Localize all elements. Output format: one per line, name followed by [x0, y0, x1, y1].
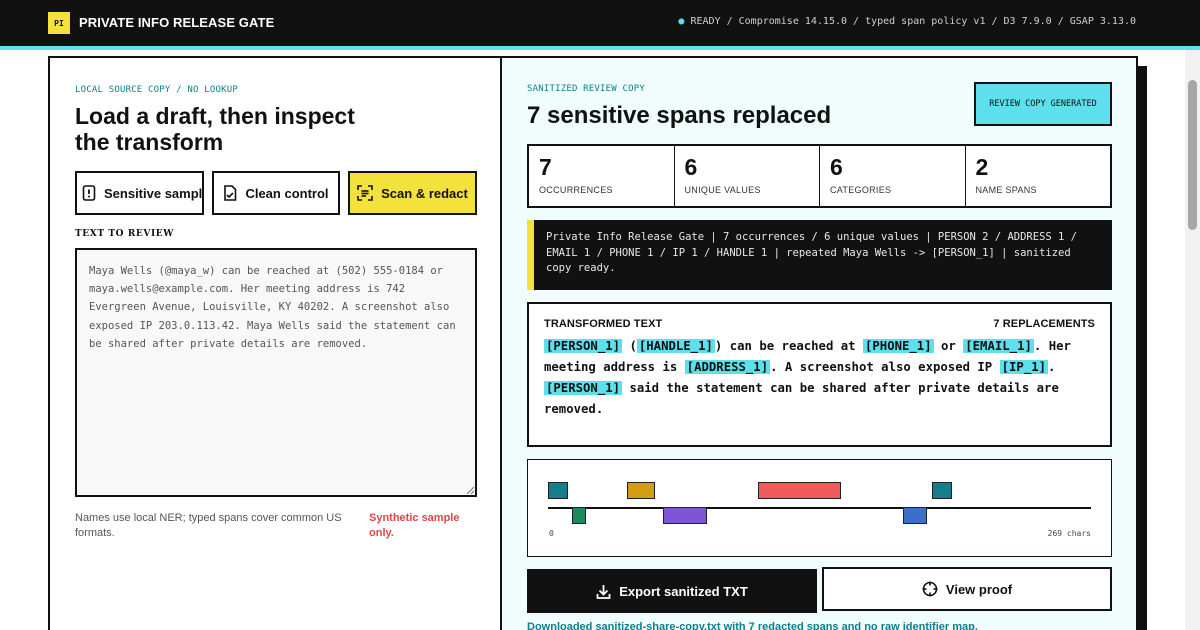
scrollbar-thumb[interactable] — [1188, 80, 1197, 230]
stats-row: 7 OCCURRENCES 6 UNIQUE VALUES 6 CATEGORI… — [527, 144, 1112, 208]
text-fragment: ) can be reached at — [714, 339, 856, 353]
token-email: [EMAIL_1] — [963, 339, 1034, 353]
crosshair-icon — [922, 581, 938, 597]
panel-shadow — [1137, 66, 1147, 630]
track-min-label: 0 — [549, 529, 554, 538]
status-dot-icon: ● — [678, 16, 685, 27]
text-fragment: or — [941, 339, 956, 353]
clean-control-label: Clean control — [245, 185, 329, 201]
sanitized-heading: 7 sensitive spans replaced — [527, 102, 832, 129]
transformed-title: TRANSFORMED TEXT — [544, 318, 663, 330]
sanitized-panel: SANITIZED REVIEW COPY 7 sensitive spans … — [500, 56, 1138, 630]
clean-control-button[interactable]: Clean control — [212, 171, 340, 215]
stat-label: UNIQUE VALUES — [684, 185, 761, 195]
source-eyebrow: LOCAL SOURCE COPY / NO LOOKUP — [75, 85, 238, 95]
export-label: Export sanitized TXT — [619, 583, 748, 599]
token-phone: [PHONE_1] — [862, 339, 934, 353]
scan-redact-button[interactable]: Scan & redact — [348, 171, 477, 215]
token-ip: [IP_1] — [999, 360, 1049, 374]
track-axis — [548, 507, 1091, 509]
app-logo: PI — [48, 12, 70, 34]
replacement-count: 7 REPLACEMENTS — [993, 318, 1095, 330]
transformed-header: TRANSFORMED TEXT 7 REPLACEMENTS — [544, 318, 1095, 330]
sanitized-eyebrow: SANITIZED REVIEW COPY — [527, 84, 645, 94]
sensitive-sample-button[interactable]: Sensitive sample — [75, 171, 204, 215]
app-title: PRIVATE INFO RELEASE GATE — [79, 15, 275, 30]
download-status: Downloaded sanitized-share-copy.txt with… — [527, 621, 978, 630]
transformed-text-card: TRANSFORMED TEXT 7 REPLACEMENTS [PERSON_… — [527, 302, 1112, 447]
sensitive-sample-label: Sensitive sample — [104, 185, 204, 201]
stat-label: NAME SPANS — [975, 185, 1037, 195]
file-check-icon — [224, 185, 237, 201]
stat-occurrences: 7 OCCURRENCES — [529, 146, 675, 206]
stat-label: CATEGORIES — [830, 185, 892, 195]
text-fragment: said the statement can be shared after p… — [544, 381, 1059, 416]
status-line: ● READY / Compromise 14.15.0 / typed spa… — [678, 16, 1136, 27]
span-position-track: 0 269 chars — [527, 459, 1112, 557]
stat-value: 2 — [975, 154, 989, 180]
text-fragment: . A screenshot also exposed IP — [770, 360, 993, 374]
text-fragment: . — [1048, 360, 1056, 374]
review-copy-badge: REVIEW COPY GENERATED — [974, 82, 1112, 126]
top-bar: PI PRIVATE INFO RELEASE GATE ● READY / C… — [0, 0, 1200, 46]
span-marker-person — [548, 482, 569, 499]
top-bar-accent — [0, 46, 1200, 50]
token-person: [PERSON_1] — [544, 339, 623, 353]
stat-value: 6 — [684, 154, 698, 180]
span-marker-address — [757, 482, 841, 499]
span-marker-email — [663, 507, 708, 524]
token-address: [ADDRESS_1] — [684, 360, 771, 374]
stat-value: 6 — [830, 154, 843, 180]
alert-file-icon — [82, 185, 96, 201]
summary-log: Private Info Release Gate | 7 occurrence… — [527, 220, 1112, 290]
stat-categories: 6 CATEGORIES — [820, 146, 966, 206]
review-text-input[interactable] — [75, 248, 477, 497]
text-fragment: ( — [629, 339, 637, 353]
span-marker-handle — [572, 507, 587, 524]
view-proof-button[interactable]: View proof — [822, 567, 1112, 611]
span-marker-person — [931, 482, 952, 499]
stat-name-spans: 2 NAME SPANS — [966, 146, 1111, 206]
source-heading: Load a draft, then inspect the transform — [75, 103, 355, 155]
status-text: READY / Compromise 14.15.0 / typed span … — [690, 16, 1136, 27]
export-sanitized-button[interactable]: Export sanitized TXT — [527, 569, 817, 613]
stat-unique-values: 6 UNIQUE VALUES — [675, 146, 820, 206]
token-handle: [HANDLE_1] — [636, 339, 715, 353]
synthetic-warning: Synthetic sample only. — [369, 512, 460, 539]
download-icon — [596, 584, 611, 599]
span-marker-ip — [903, 507, 928, 524]
resize-grip-icon[interactable] — [466, 486, 475, 495]
text-to-review-label: TEXT TO REVIEW — [75, 229, 174, 239]
transformed-body: [PERSON_1] ([HANDLE_1]) can be reached a… — [544, 336, 1095, 420]
stat-value: 7 — [539, 154, 552, 180]
ner-hint: Names use local NER; typed spans cover c… — [75, 512, 342, 539]
span-marker-phone — [626, 482, 655, 499]
token-person: [PERSON_1] — [544, 381, 623, 395]
scan-redact-label: Scan & redact — [381, 185, 468, 201]
track-max-label: 269 chars — [1047, 529, 1091, 538]
scan-text-icon — [357, 185, 373, 201]
proof-label: View proof — [945, 581, 1013, 597]
source-panel: LOCAL SOURCE COPY / NO LOOKUP Load a dra… — [48, 56, 502, 630]
stat-label: OCCURRENCES — [539, 185, 613, 195]
